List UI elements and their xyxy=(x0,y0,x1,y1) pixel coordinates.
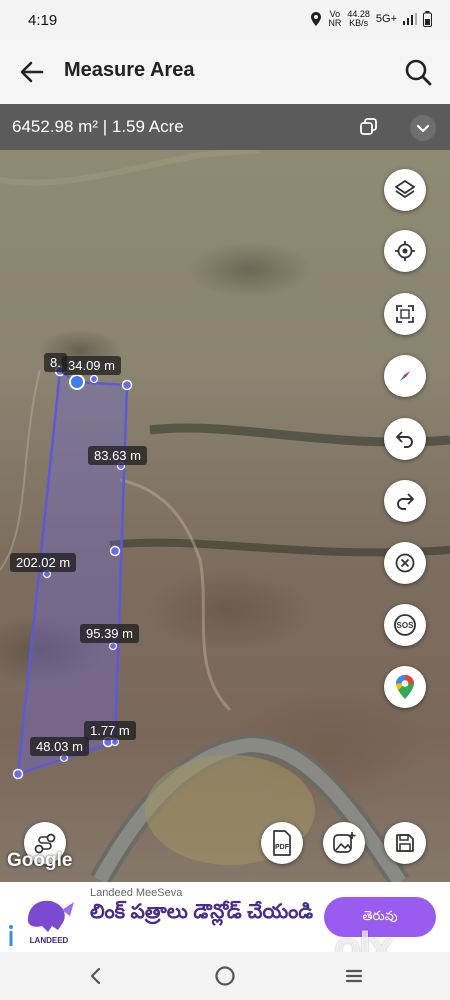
compass-icon xyxy=(400,371,410,381)
status-bar: 4:19 Vo NR 44.28 KB/s 5G+ xyxy=(0,0,450,40)
copy-icon xyxy=(360,118,377,135)
undo-button[interactable] xyxy=(384,418,426,460)
svg-text:PDF: PDF xyxy=(275,844,290,851)
area-info-bar: 6452.98 m² | 1.59 Acre xyxy=(0,104,450,150)
layers-button[interactable] xyxy=(384,169,426,211)
layers-icon xyxy=(395,180,415,198)
expand-button[interactable] xyxy=(410,115,436,141)
save-button[interactable] xyxy=(384,822,426,864)
measure-polygon[interactable] xyxy=(0,150,450,882)
pdf-icon: PDF xyxy=(273,830,291,856)
status-time: 4:19 xyxy=(28,12,58,29)
satellite-map[interactable]: 8. 34.09 m 83.63 m 202.02 m 95.39 m 1.77… xyxy=(0,150,450,882)
ad-title: Landeed MeeSeva xyxy=(90,887,183,899)
carrier-indicator: Vo NR xyxy=(328,9,342,28)
arrow-back-icon xyxy=(20,61,44,83)
location-icon xyxy=(311,12,322,26)
measurement-label: 48.03 m xyxy=(30,737,89,756)
copy-button[interactable] xyxy=(356,114,382,140)
ad-info-icon[interactable] xyxy=(4,922,18,948)
clear-button[interactable] xyxy=(384,542,426,584)
measurement-label: 83.63 m xyxy=(88,446,147,465)
system-nav-bar xyxy=(0,952,450,1000)
my-location-icon xyxy=(395,241,415,261)
signal-icon xyxy=(403,13,417,25)
status-icons: Vo NR 44.28 KB/s 5G+ xyxy=(310,10,432,28)
measurement-label: 95.39 m xyxy=(80,624,139,643)
my-location-button[interactable] xyxy=(384,230,426,272)
google-attribution: Google xyxy=(7,850,73,871)
network-speed: 44.28 KB/s xyxy=(347,9,370,28)
nav-home-icon[interactable] xyxy=(214,965,236,987)
landeed-logo: LANDEED xyxy=(28,900,74,945)
google-maps-icon xyxy=(396,675,414,699)
svg-text:SOS: SOS xyxy=(397,621,415,630)
redo-icon xyxy=(397,493,414,510)
chevron-down-icon xyxy=(416,124,430,133)
sos-icon: SOS xyxy=(394,614,416,636)
nav-recents-icon[interactable] xyxy=(344,966,364,986)
save-icon xyxy=(396,834,414,852)
sos-button[interactable]: SOS xyxy=(384,604,426,646)
clear-icon xyxy=(395,553,415,573)
app-bar: Measure Area xyxy=(0,40,450,104)
back-button[interactable] xyxy=(16,56,48,88)
redo-button[interactable] xyxy=(384,480,426,522)
nav-back-icon[interactable] xyxy=(86,966,106,986)
measurement-label: 1.77 m xyxy=(84,721,136,740)
undo-icon xyxy=(396,431,413,448)
area-summary: 6452.98 m² | 1.59 Acre xyxy=(12,117,184,136)
svg-text:LANDEED: LANDEED xyxy=(30,936,69,945)
ad-text: లింక్ పత్రాలు డౌన్లోడ్ చేయండి xyxy=(90,901,314,923)
battery-icon xyxy=(423,11,432,27)
measurement-label: 202.02 m xyxy=(10,553,77,572)
search-button[interactable] xyxy=(400,54,436,90)
fit-screen-icon xyxy=(396,305,414,323)
compass-button[interactable] xyxy=(384,355,426,397)
add-image-icon xyxy=(333,832,356,853)
page-title: Measure Area xyxy=(64,59,195,81)
add-image-button[interactable] xyxy=(323,822,365,864)
network-type: 5G+ xyxy=(375,13,397,25)
fit-screen-button[interactable] xyxy=(384,293,426,335)
google-maps-button[interactable] xyxy=(384,666,426,708)
search-icon xyxy=(405,59,432,86)
pdf-button[interactable]: PDF xyxy=(261,822,303,864)
measurement-label: 34.09 m xyxy=(62,356,121,375)
